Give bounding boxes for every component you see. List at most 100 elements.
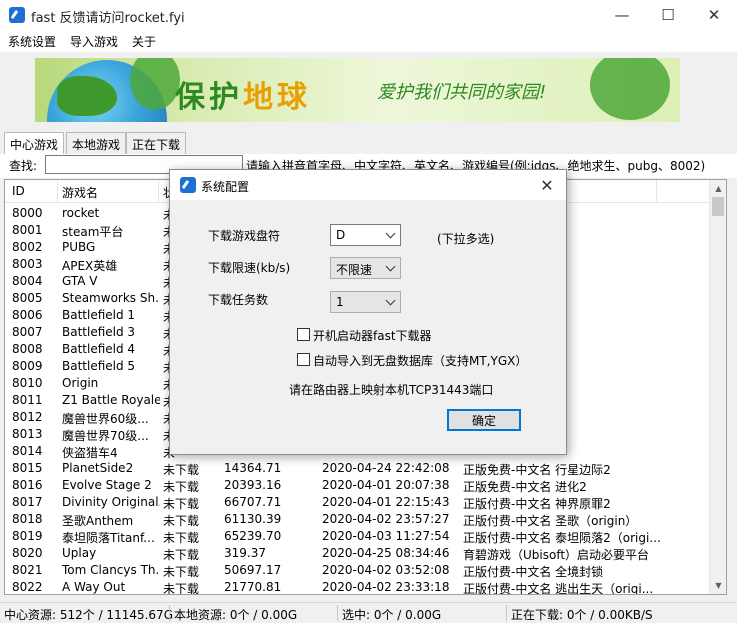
cell-size: 50697.17 (224, 563, 282, 577)
cell-game-name: 魔兽世界70级... (62, 429, 149, 443)
chevron-down-icon (385, 261, 396, 272)
autostart-label[interactable]: 开机启动器fast下载器 (313, 327, 432, 344)
cell-size: 20393.16 (224, 478, 282, 492)
autoimport-label[interactable]: 自动导入到无盘数据库（支持MT,YGX） (313, 352, 527, 369)
dialog-title: 系统配置 (201, 180, 250, 194)
cell-game-name: Evolve Stage 2 (62, 478, 152, 492)
speed-select[interactable]: 不限速 (330, 257, 401, 279)
vertical-scrollbar[interactable]: ▲ ▼ (709, 180, 726, 594)
cell-description: 正版付费-中文名 圣歌（origin） (463, 514, 638, 528)
table-row[interactable]: 8018 圣歌Anthem 未下载 61130.39 2020-04-02 23:57:… (5, 511, 710, 528)
cell-id: 8018 (12, 512, 43, 526)
cell-game-name: PUBG (62, 240, 96, 254)
table-row[interactable]: 8020 Uplay 未下载 319.37 2020-04-25 08:34:46 育碧游… (5, 545, 710, 562)
cell-description: 正版免费-中文名 行星边际2 (463, 463, 611, 477)
cell-id: 8022 (12, 580, 43, 594)
cell-game-name: Origin (62, 376, 99, 390)
table-row[interactable]: 8022 A Way Out 未下载 21770.81 2020-04-02 23:33… (5, 579, 710, 595)
status-bar: 中心资源: 512个 / 11145.67G 本地资源: 0个 / 0.00G … (0, 602, 737, 623)
rocket-app-icon (9, 7, 25, 23)
tasks-label: 下载任务数 (208, 293, 269, 307)
status-divider (337, 605, 338, 621)
menu-import-games[interactable]: 导入游戏 (70, 33, 118, 50)
cell-id: 8014 (12, 444, 43, 458)
table-row[interactable]: 8019 泰坦陨落Titanf... 未下载 65239.70 2020-04-03 1… (5, 528, 710, 545)
tab-center-games[interactable]: 中心游戏 (4, 132, 65, 155)
scroll-thumb[interactable] (712, 197, 724, 216)
cell-game-name: Uplay (62, 546, 97, 560)
table-row[interactable]: 8021 Tom Clancys Th... 未下载 50697.17 2020-04-… (5, 562, 710, 579)
tab-local-games[interactable]: 本地游戏 (66, 132, 127, 154)
menu-system-settings[interactable]: 系统设置 (8, 33, 56, 50)
cell-size: 66707.71 (224, 495, 282, 509)
column-header-name[interactable]: 游戏名 (62, 184, 98, 201)
menu-about[interactable]: 关于 (132, 33, 156, 50)
table-row[interactable]: 8017 Divinity Original... 未下载 66707.71 2020-… (5, 494, 710, 511)
cell-id: 8016 (12, 478, 43, 492)
tree-illustration (590, 58, 670, 120)
drive-select[interactable]: D (330, 224, 401, 246)
system-config-dialog: 系统配置 ✕ 下载游戏盘符 D (下拉多选) 下载限速(kb/s) 不限速 下载… (169, 169, 567, 455)
cell-size: 61130.39 (224, 512, 282, 526)
cell-description: 正版免费-中文名 进化2 (463, 480, 587, 494)
cell-id: 8010 (12, 376, 43, 390)
column-divider[interactable] (656, 180, 657, 203)
cell-game-name: Divinity Original... (62, 495, 160, 509)
tasks-select[interactable]: 1 (330, 291, 401, 313)
cell-id: 8015 (12, 461, 43, 475)
cell-status: 未下载 (163, 565, 200, 579)
cell-game-name: Tom Clancys Th... (62, 563, 160, 577)
cell-game-name: 侠盗猎车4 (62, 446, 118, 460)
status-divider (506, 605, 507, 621)
ok-button[interactable]: 确定 (447, 409, 521, 431)
menu-bar: 系统设置 导入游戏 关于 (0, 30, 737, 52)
autostart-checkbox[interactable] (297, 328, 310, 341)
banner-headline-a: 保护 (175, 80, 243, 115)
tab-downloading[interactable]: 正在下载 (126, 132, 187, 154)
table-row[interactable]: 8016 Evolve Stage 2 未下载 20393.16 2020-04-01 … (5, 477, 710, 494)
column-divider[interactable] (57, 180, 58, 203)
cell-status: 未下载 (163, 582, 200, 595)
tree-illustration (130, 58, 180, 110)
column-header-id[interactable]: ID (12, 184, 25, 198)
tasks-select-value: 1 (336, 295, 344, 309)
status-downloading: 正在下载: 0个 / 0.00KB/S (511, 608, 653, 622)
banner-headline-b: 地球 (243, 80, 311, 115)
cell-id: 8002 (12, 240, 43, 254)
cell-game-name: Battlefield 5 (62, 359, 136, 373)
window-title: fast 反馈请访问rocket.fyi (31, 11, 185, 26)
cell-status: 未下载 (163, 514, 200, 528)
dialog-title-bar[interactable]: 系统配置 ✕ (170, 170, 566, 200)
banner-subtitle: 爱护我们共同的家园! (377, 82, 547, 103)
banner-image: 保护地球 爱护我们共同的家园! (35, 58, 680, 122)
cell-id: 8003 (12, 257, 43, 271)
status-divider (169, 605, 170, 621)
autoimport-checkbox[interactable] (297, 353, 310, 366)
cell-game-name: steam平台 (62, 225, 124, 239)
minimize-button[interactable]: — (599, 0, 645, 30)
cell-id: 8013 (12, 427, 43, 441)
cell-id: 8011 (12, 393, 43, 407)
close-button[interactable]: ✕ (691, 0, 737, 30)
cell-size: 21770.81 (224, 580, 282, 594)
table-row[interactable]: 8015 PlanetSide2 未下载 14364.71 2020-04-24 22:… (5, 460, 710, 477)
scroll-up-icon[interactable]: ▲ (710, 180, 726, 197)
cell-game-name: 圣歌Anthem (62, 514, 134, 528)
cell-id: 8020 (12, 546, 43, 560)
cell-id: 8006 (12, 308, 43, 322)
cell-date: 2020-04-02 23:57:27 (322, 512, 450, 526)
cell-status: 未下载 (163, 531, 200, 545)
column-divider[interactable] (158, 180, 159, 203)
scroll-down-icon[interactable]: ▼ (710, 577, 726, 594)
maximize-button[interactable]: ☐ (645, 0, 691, 30)
cell-id: 8001 (12, 223, 43, 237)
cell-date: 2020-04-02 23:33:18 (322, 580, 450, 594)
dialog-close-icon[interactable]: ✕ (536, 174, 558, 196)
cell-description: 正版付费-中文名 全境封锁 (463, 565, 604, 579)
cell-status: 未下载 (163, 548, 200, 562)
cell-date: 2020-04-24 22:42:08 (322, 461, 450, 475)
land-illustration (57, 76, 117, 116)
cell-game-name: PlanetSide2 (62, 461, 134, 475)
cell-status: 未下载 (163, 463, 200, 477)
status-local-resources: 本地资源: 0个 / 0.00G (174, 608, 298, 622)
